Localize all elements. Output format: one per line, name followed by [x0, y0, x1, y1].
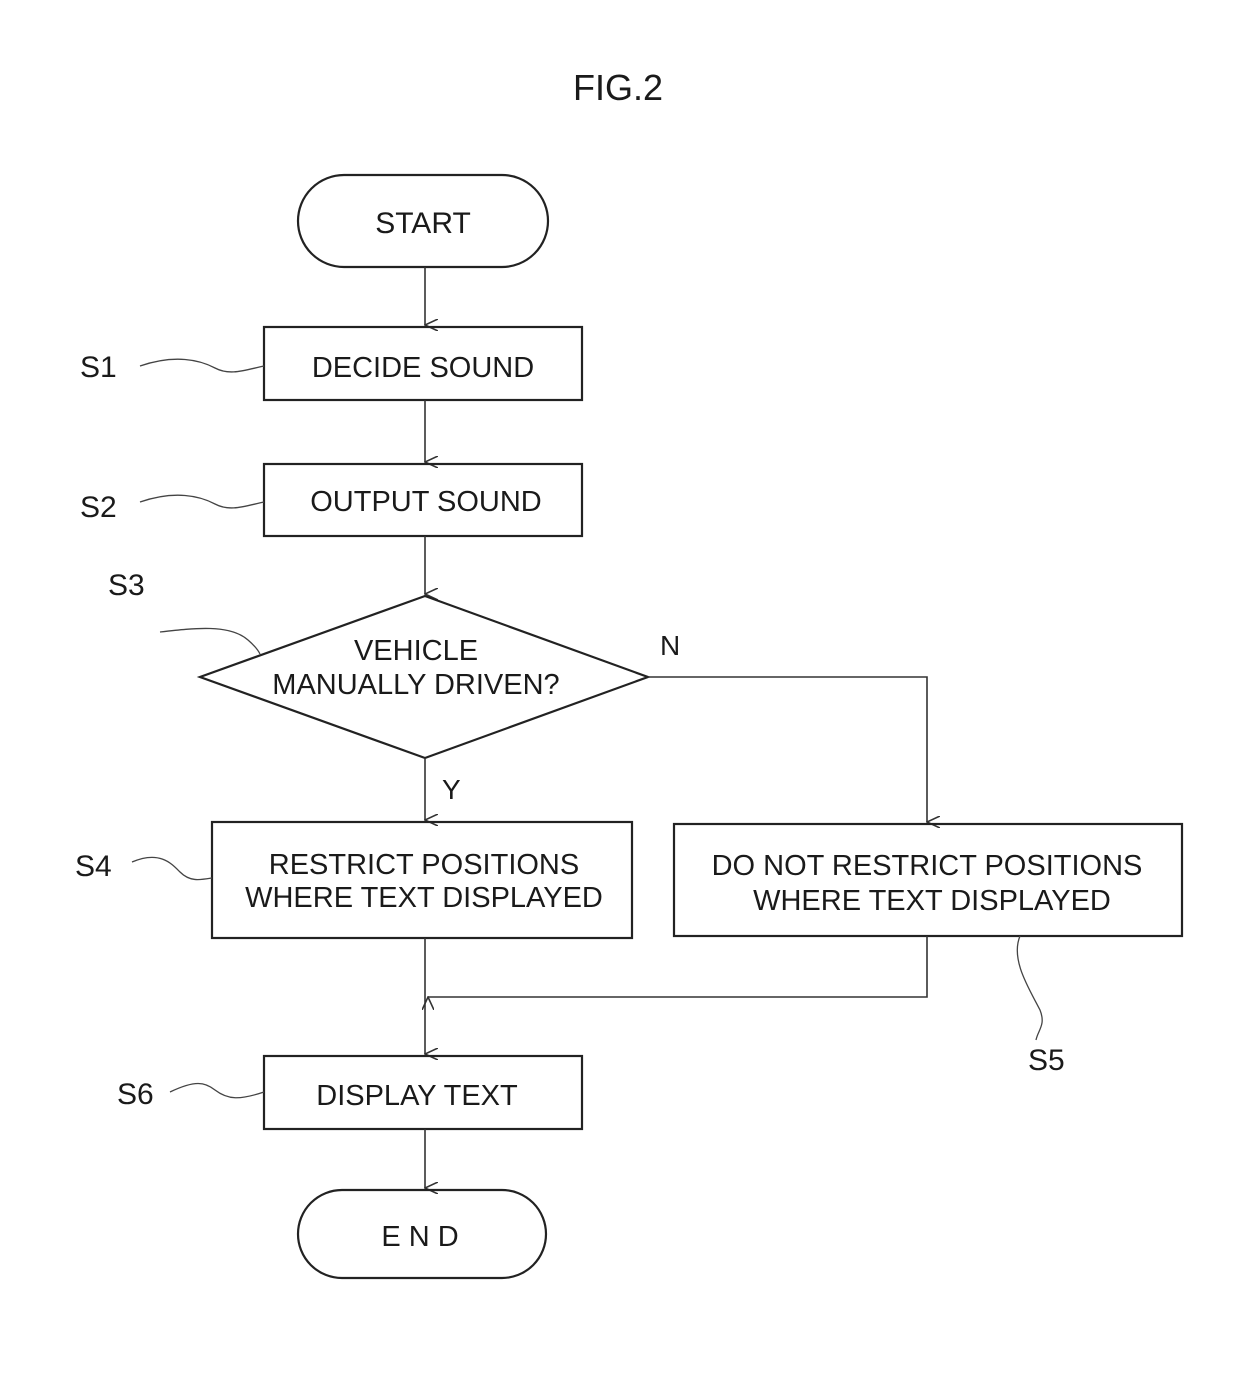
leader-s6 — [169, 1082, 265, 1099]
step-label-s3: S3 — [108, 569, 145, 602]
step-label-s1: S1 — [80, 351, 117, 384]
process-s2-label: OUTPUT SOUND — [310, 486, 541, 518]
process-s5-line2: WHERE TEXT DISPLAYED — [753, 885, 1111, 917]
step-label-s4: S4 — [75, 850, 112, 883]
decision-s3-line1: VEHICLE — [354, 635, 478, 667]
branch-no-label: N — [660, 630, 680, 661]
start-label: START — [375, 207, 471, 240]
figure-title: FIG.2 — [573, 67, 663, 108]
leader-s3 — [159, 627, 261, 655]
step-label-s5: S5 — [1028, 1044, 1065, 1077]
step-label-s2: S2 — [80, 491, 117, 524]
process-s4-line1: RESTRICT POSITIONS — [269, 849, 579, 881]
process-s6-label: DISPLAY TEXT — [316, 1080, 518, 1112]
flowchart: FIG.2 START DECIDE SOUND S1 OUTPUT SOUND… — [75, 67, 1184, 1280]
leader-s2 — [139, 494, 265, 509]
arrow-s5-merge — [428, 936, 928, 997]
leader-s1 — [139, 358, 265, 373]
leader-s4 — [131, 856, 213, 881]
branch-yes-label: Y — [442, 774, 461, 805]
arrow-s3-s5 — [648, 676, 927, 822]
leader-s5 — [1016, 935, 1043, 1041]
end-label: E N D — [381, 1221, 458, 1253]
process-s4-line2: WHERE TEXT DISPLAYED — [245, 882, 603, 914]
decision-s3-line2: MANUALLY DRIVEN? — [272, 669, 559, 701]
step-label-s6: S6 — [117, 1078, 154, 1111]
process-s5-line1: DO NOT RESTRICT POSITIONS — [712, 850, 1143, 882]
process-s1-label: DECIDE SOUND — [312, 352, 534, 384]
